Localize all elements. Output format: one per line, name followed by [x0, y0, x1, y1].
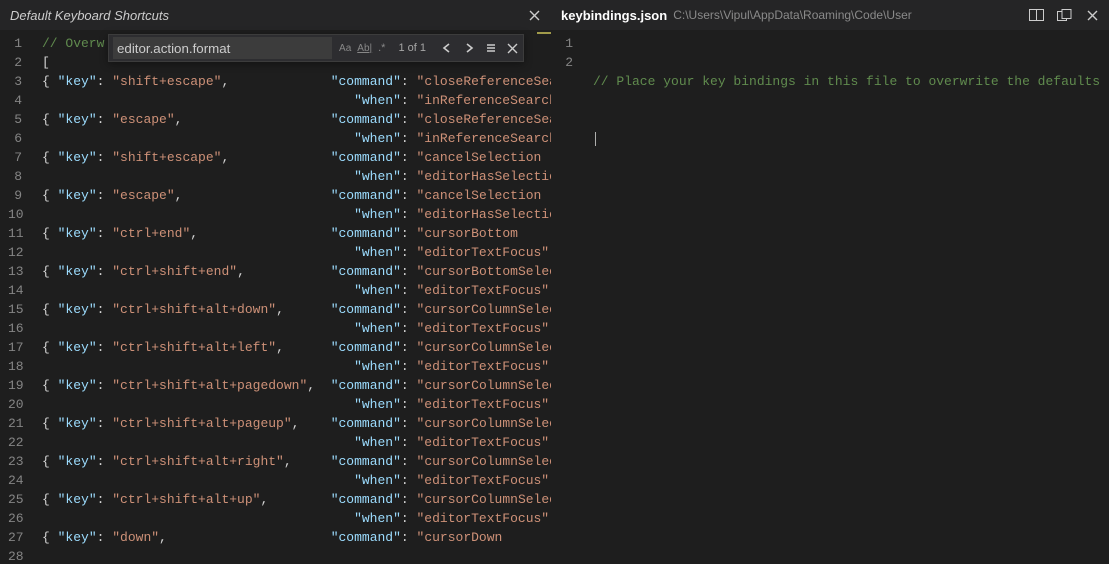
find-prev-icon[interactable]	[436, 40, 458, 56]
close-editor-group-icon[interactable]	[1083, 10, 1101, 21]
left-overview-ruler[interactable]	[537, 30, 551, 564]
tab-title-default-shortcuts[interactable]: Default Keyboard Shortcuts	[10, 8, 169, 23]
text-cursor	[595, 132, 596, 146]
right-code[interactable]: // Place your key bindings in this file …	[587, 30, 1109, 564]
tab-title-keybindings[interactable]: keybindings.json	[561, 8, 667, 23]
tab-path: C:\Users\Vipul\AppData\Roaming\Code\User	[673, 8, 912, 22]
find-widget: Aa Ab| .* 1 of 1	[108, 34, 524, 62]
find-close-icon[interactable]	[502, 41, 523, 56]
right-editor[interactable]: 1 2 // Place your key bindings in this f…	[551, 30, 1109, 564]
left-code[interactable]: // Overw[{ "key": "shift+escape", "comma…	[36, 30, 551, 564]
find-in-selection-icon[interactable]	[480, 40, 502, 56]
open-diff-icon[interactable]	[1055, 9, 1073, 22]
left-gutter: 1234567891011121314151617181920212223242…	[0, 30, 36, 564]
left-editor[interactable]: 1234567891011121314151617181920212223242…	[0, 30, 551, 564]
find-result-count: 1 of 1	[388, 42, 436, 54]
find-whole-word[interactable]: Ab|	[354, 41, 375, 56]
close-tab-icon[interactable]	[525, 10, 543, 21]
right-editor-pane: keybindings.json C:\Users\Vipul\AppData\…	[551, 0, 1109, 564]
comment-line: // Place your key bindings in this file …	[593, 74, 1100, 89]
left-tab-bar: Default Keyboard Shortcuts	[0, 0, 551, 30]
line-number: 2	[559, 53, 573, 72]
find-regex[interactable]: .*	[375, 40, 388, 56]
split-editor-icon[interactable]	[1027, 9, 1045, 21]
find-match-case[interactable]: Aa	[336, 41, 354, 56]
left-editor-pane: Default Keyboard Shortcuts 1234567891011…	[0, 0, 551, 564]
find-next-icon[interactable]	[458, 40, 480, 56]
line-number: 1	[559, 34, 573, 53]
right-gutter: 1 2	[551, 30, 587, 564]
find-input[interactable]	[113, 37, 332, 59]
right-tab-bar: keybindings.json C:\Users\Vipul\AppData\…	[551, 0, 1109, 30]
